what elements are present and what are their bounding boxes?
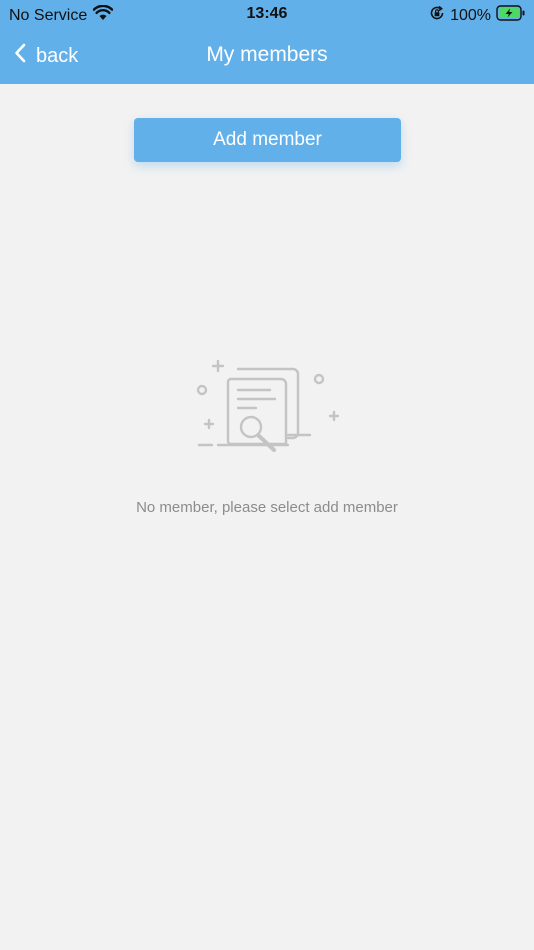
orientation-lock-icon	[429, 5, 445, 26]
carrier-label: No Service	[9, 6, 88, 24]
add-member-button[interactable]: Add member	[134, 118, 401, 162]
status-bar: No Service 13:46 100%	[0, 0, 534, 28]
empty-state-message: No member, please select add member	[136, 499, 398, 516]
chevron-left-icon	[14, 43, 26, 69]
wifi-icon	[92, 4, 114, 26]
status-left: No Service	[9, 4, 114, 26]
battery-charging-icon	[496, 5, 526, 26]
header: No Service 13:46 100% back My members	[0, 0, 534, 84]
back-button[interactable]: back	[14, 40, 78, 72]
status-right: 100%	[429, 5, 526, 26]
page-title: My members	[206, 43, 328, 66]
nav-bar: back My members	[0, 28, 534, 84]
empty-document-search-icon	[190, 355, 344, 457]
back-label: back	[36, 44, 79, 67]
battery-percent: 100%	[450, 6, 491, 24]
